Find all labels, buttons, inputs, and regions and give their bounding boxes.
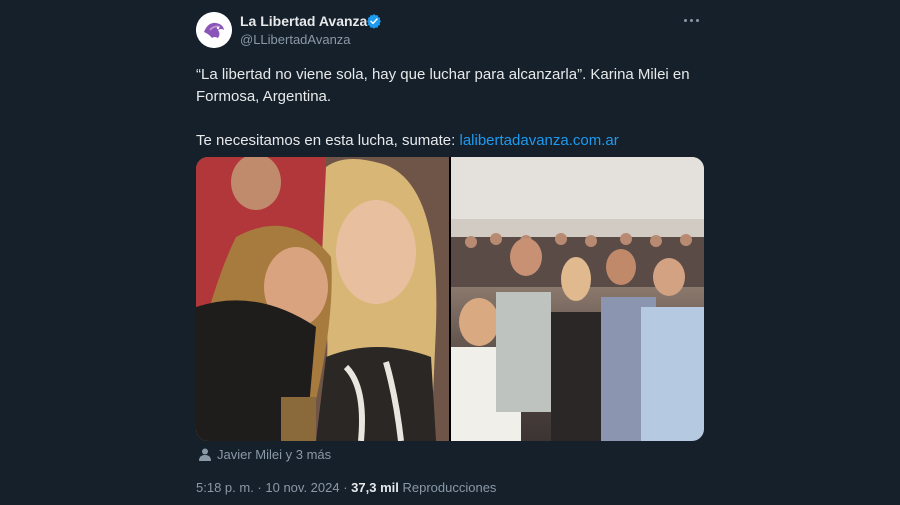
tweet-link[interactable]: lalibertadavanza.com.ar	[459, 132, 618, 149]
tweet-date[interactable]: 10 nov. 2024	[265, 480, 339, 495]
author-handle[interactable]: @LLibertadAvanza	[240, 32, 351, 47]
tweet-text: “La libertad no viene sola, hay que luch…	[196, 64, 708, 152]
more-options-icon[interactable]	[682, 14, 702, 28]
verified-badge-icon	[367, 14, 381, 29]
author-avatar[interactable]	[196, 12, 232, 48]
tagged-label: Javier Milei y 3 más	[217, 447, 332, 462]
meta-separator: ·	[253, 480, 266, 495]
tweet-header: La Libertad Avanza @LLibertadAvanza	[196, 10, 708, 50]
photo-right[interactable]	[451, 157, 704, 441]
views-label: Reproducciones	[402, 480, 497, 495]
tweet-time[interactable]: 5:18 p. m.	[196, 480, 254, 495]
tweet-meta: 5:18 p. m. · 10 nov. 2024 · 37,3 mil Rep…	[196, 480, 496, 495]
tweet-text-line1: “La libertad no viene sola, hay que luch…	[196, 66, 690, 105]
tweet-media	[196, 157, 704, 441]
photo-left-illustration	[196, 157, 449, 441]
person-icon	[199, 448, 211, 461]
photo-right-illustration	[451, 157, 704, 441]
views-count: 37,3 mil	[351, 480, 399, 495]
tweet-text-prefix: Te necesitamos en esta lucha, sumate:	[196, 132, 460, 149]
lla-lion-logo-icon	[196, 12, 232, 48]
photo-left[interactable]	[196, 157, 449, 441]
author-name[interactable]: La Libertad Avanza	[240, 13, 367, 29]
meta-separator-2: ·	[339, 480, 352, 495]
tweet-text-line2: Te necesitamos en esta lucha, sumate: la…	[196, 130, 708, 152]
